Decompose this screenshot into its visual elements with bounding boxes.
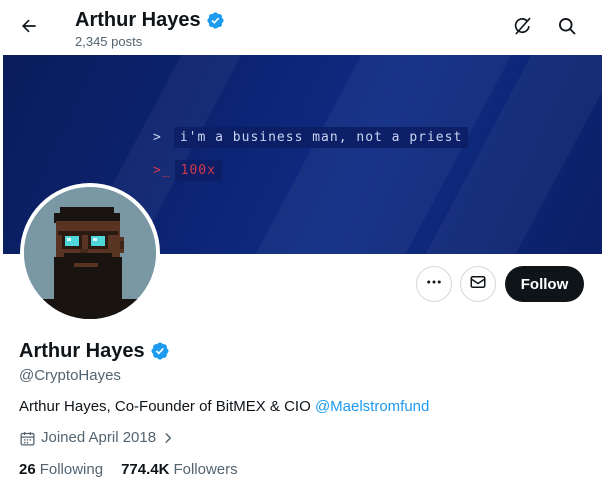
followers-link[interactable]: 774.4K Followers	[121, 460, 238, 480]
grok-button[interactable]	[508, 13, 538, 43]
envelope-icon	[469, 273, 487, 296]
following-count: 26	[19, 461, 36, 478]
follow-stats: 26 Following 774.4K Followers	[19, 460, 256, 480]
profile-name-row: Arthur Hayes	[19, 338, 170, 364]
header-name-row: Arthur Hayes	[75, 7, 225, 33]
following-label: Following	[39, 461, 104, 478]
chevron-right-icon	[161, 431, 175, 445]
bio-text: Arthur Hayes, Co-Founder of BitMEX & CIO	[19, 398, 315, 415]
follow-button[interactable]: Follow	[505, 266, 584, 302]
back-button[interactable]	[12, 11, 46, 45]
joined-date: Joined April 2018	[41, 429, 157, 446]
header-name: Arthur Hayes	[75, 9, 201, 31]
banner-terminal-line-1: > i'm a business man, not a priest	[153, 127, 469, 148]
verified-badge-icon[interactable]	[150, 341, 170, 361]
banner-quote: i'm a business man, not a priest	[173, 127, 469, 148]
followers-count: 774.4K	[121, 461, 170, 478]
avatar[interactable]	[20, 183, 160, 323]
verified-badge-icon[interactable]	[206, 11, 225, 30]
header-title-block: Arthur Hayes 2,345 posts	[75, 7, 225, 50]
header-posts-count: 2,345 posts	[75, 34, 143, 49]
banner-leverage: 100x	[174, 160, 222, 181]
top-bar: Arthur Hayes 2,345 posts	[0, 0, 602, 55]
avatar-image	[24, 187, 156, 319]
more-button[interactable]	[416, 266, 452, 302]
banner-terminal-line-2: >_ 100x	[153, 160, 222, 181]
calendar-icon	[19, 430, 36, 447]
followers-label: Followers	[173, 461, 238, 478]
search-icon	[557, 16, 577, 41]
arrow-left-icon	[19, 16, 39, 41]
profile-bio: Arthur Hayes, Co-Founder of BitMEX & CIO…	[19, 397, 429, 417]
banner-prompt-2: >_	[153, 163, 171, 178]
joined-date-row[interactable]: Joined April 2018	[19, 428, 175, 448]
search-button[interactable]	[552, 13, 582, 43]
grok-icon	[513, 16, 533, 41]
following-link[interactable]: 26 Following	[19, 460, 103, 480]
bio-mention-link[interactable]: @Maelstromfund	[315, 398, 429, 415]
profile-handle: @CryptoHayes	[19, 367, 121, 384]
profile-name: Arthur Hayes	[19, 340, 145, 362]
more-dots-icon	[425, 273, 443, 296]
message-button[interactable]	[460, 266, 496, 302]
banner-prompt-1: >	[153, 130, 162, 145]
